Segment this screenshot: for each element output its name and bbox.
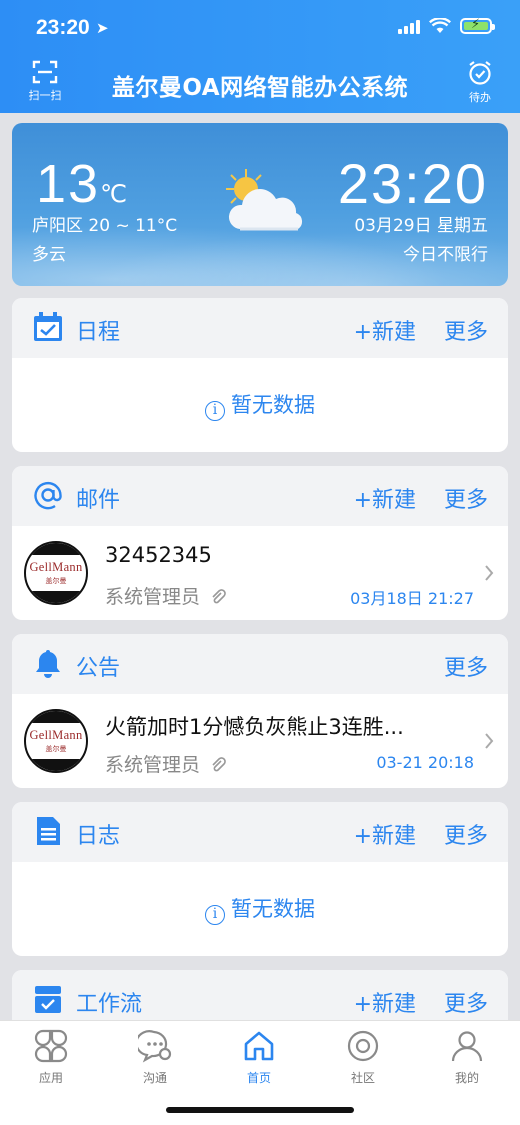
schedule-header: 日程 +新建 更多 bbox=[12, 298, 508, 358]
notice-more-button[interactable]: 更多 bbox=[444, 650, 488, 682]
notice-list-item[interactable]: GellMann 盖尔曼 火箭加时1分憾负灰熊止3连胜... 系统管理员 03-… bbox=[12, 694, 508, 788]
notice-subject: 火箭加时1分憾负灰熊止3连胜... bbox=[105, 715, 404, 739]
publisher-avatar: GellMann 盖尔曼 bbox=[24, 709, 88, 773]
notice-sender: 系统管理员 bbox=[105, 750, 226, 777]
notice-card: 公告 更多 GellMann 盖尔曼 火箭加时1分憾负灰熊止3连胜... 系统管… bbox=[12, 634, 508, 788]
chat-bubble-icon bbox=[138, 1030, 172, 1063]
log-more-button[interactable]: 更多 bbox=[444, 818, 488, 850]
tab-community[interactable]: 社区 bbox=[323, 1029, 403, 1086]
schedule-card: 日程 +新建 更多 i 暂无数据 bbox=[12, 298, 508, 452]
schedule-new-button[interactable]: +新建 bbox=[354, 314, 416, 346]
partly-cloudy-icon bbox=[226, 169, 303, 231]
signal-icon bbox=[398, 18, 420, 34]
tab-chat[interactable]: 沟通 bbox=[115, 1029, 195, 1086]
traffic-limit: 今日不限行 bbox=[403, 245, 488, 265]
log-card: 日志 +新建 更多 i 暂无数据 bbox=[12, 802, 508, 956]
weather-card[interactable]: 13℃ 庐阳区 20 ~ 11°C 多云 23:20 03月29日 星期五 今日… bbox=[12, 123, 508, 286]
clock-time: 23:20 bbox=[337, 152, 488, 215]
app-header: 23:20 ➤ ⚡ 扫一扫 盖尔曼OA网络智能办公系统 待办 bbox=[0, 0, 520, 113]
mail-new-button[interactable]: +新建 bbox=[354, 482, 416, 514]
document-icon bbox=[37, 817, 60, 845]
log-header: 日志 +新建 更多 bbox=[12, 802, 508, 862]
sender-avatar: GellMann 盖尔曼 bbox=[24, 541, 88, 605]
notice-header: 公告 更多 bbox=[12, 634, 508, 694]
status-time: 23:20 bbox=[36, 16, 90, 39]
page-title: 盖尔曼OA网络智能办公系统 bbox=[111, 75, 409, 101]
log-title: 日志 bbox=[76, 824, 121, 849]
mail-header: 邮件 +新建 更多 bbox=[12, 466, 508, 526]
weather-condition: 多云 bbox=[32, 245, 66, 265]
paperclip-icon bbox=[212, 757, 226, 772]
alarm-clock-icon bbox=[469, 61, 491, 85]
at-sign-icon bbox=[34, 481, 62, 510]
log-new-button[interactable]: +新建 bbox=[354, 818, 416, 850]
mail-date: 03月18日 21:27 bbox=[350, 589, 474, 608]
calendar-icon bbox=[34, 312, 62, 341]
workflow-title: 工作流 bbox=[76, 992, 143, 1017]
temperature-range: 庐阳区 20 ~ 11°C bbox=[32, 216, 178, 236]
target-icon bbox=[347, 1030, 379, 1062]
temperature: 13℃ bbox=[36, 154, 128, 214]
clock-date: 03月29日 星期五 bbox=[354, 216, 488, 236]
wifi-icon bbox=[429, 18, 451, 33]
battery-icon: ⚡ bbox=[460, 17, 495, 34]
paperclip-icon bbox=[212, 589, 226, 604]
notice-date: 03-21 20:18 bbox=[376, 753, 474, 772]
notice-title: 公告 bbox=[76, 656, 121, 681]
todo-label: 待办 bbox=[469, 91, 491, 104]
workflow-more-button[interactable]: 更多 bbox=[444, 986, 488, 1018]
bell-icon bbox=[36, 650, 60, 678]
home-indicator bbox=[166, 1107, 354, 1113]
mail-list-item[interactable]: GellMann 盖尔曼 32452345 系统管理员 03月18日 21:27 bbox=[12, 526, 508, 620]
mail-more-button[interactable]: 更多 bbox=[444, 482, 488, 514]
status-bar: 23:20 ➤ ⚡ bbox=[0, 14, 520, 44]
user-icon bbox=[451, 1031, 483, 1062]
chevron-right-icon bbox=[485, 733, 494, 749]
location-arrow-icon: ➤ bbox=[96, 19, 109, 37]
mail-subject: 32452345 bbox=[105, 543, 212, 567]
workflow-new-button[interactable]: +新建 bbox=[354, 986, 416, 1018]
schedule-empty: i 暂无数据 bbox=[12, 358, 508, 452]
schedule-more-button[interactable]: 更多 bbox=[444, 314, 488, 346]
mail-sender: 系统管理员 bbox=[105, 582, 226, 609]
tab-home[interactable]: 首页 bbox=[219, 1029, 299, 1086]
info-icon: i bbox=[205, 401, 225, 421]
schedule-title: 日程 bbox=[76, 320, 121, 345]
workflow-icon bbox=[35, 986, 61, 1013]
tab-profile[interactable]: 我的 bbox=[427, 1029, 507, 1086]
todo-button[interactable]: 待办 bbox=[460, 60, 500, 105]
home-icon bbox=[244, 1031, 274, 1061]
info-icon: i bbox=[205, 905, 225, 925]
mail-title: 邮件 bbox=[76, 488, 121, 513]
apps-icon bbox=[34, 1029, 68, 1063]
mail-card: 邮件 +新建 更多 GellMann 盖尔曼 32452345 系统管理员 03… bbox=[12, 466, 508, 620]
tab-apps[interactable]: 应用 bbox=[11, 1029, 91, 1086]
log-empty: i 暂无数据 bbox=[12, 862, 508, 956]
chevron-right-icon bbox=[485, 565, 494, 581]
status-icons: ⚡ bbox=[398, 17, 495, 34]
